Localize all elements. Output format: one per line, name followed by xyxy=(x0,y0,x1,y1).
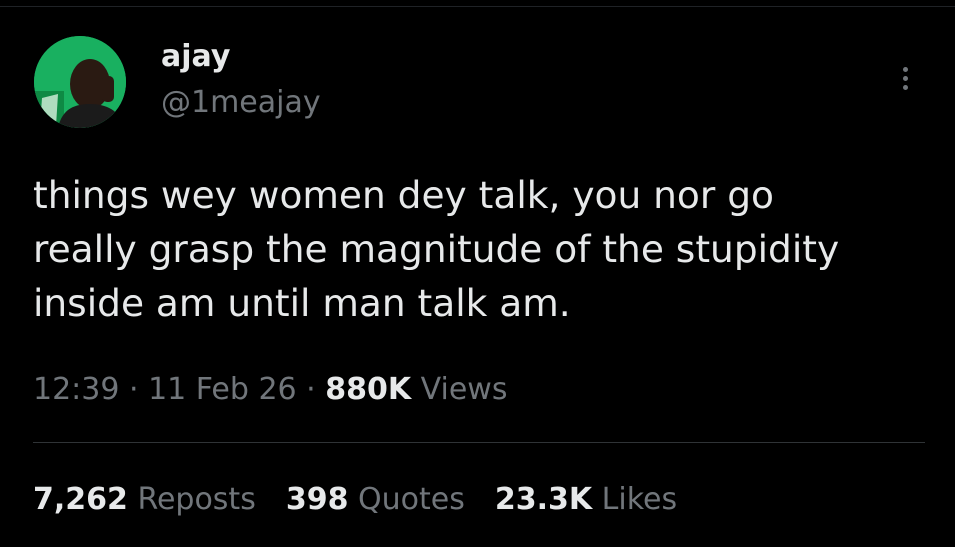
more-vertical-icon-dot xyxy=(902,84,908,90)
views-label[interactable]: Views xyxy=(421,372,508,407)
reposts-stat[interactable]: 7,262 Reposts xyxy=(33,480,256,520)
divider xyxy=(33,442,925,443)
quotes-count: 398 xyxy=(285,482,349,517)
user-handle[interactable]: @1meajay xyxy=(161,88,321,118)
tweet-date[interactable]: 11 Feb 26 xyxy=(148,372,297,407)
tweet-time[interactable]: 12:39 xyxy=(33,372,119,407)
more-vertical-icon xyxy=(902,66,908,72)
tweet-text: things wey women dey talk, you nor go re… xyxy=(33,168,923,330)
meta-separator: · xyxy=(296,372,326,407)
avatar[interactable] xyxy=(34,36,126,128)
tweet-meta: 12:39 · 11 Feb 26 · 880K Views xyxy=(33,370,507,410)
tweet-text-line: things wey women dey talk, you nor go xyxy=(33,173,774,217)
views-count[interactable]: 880K xyxy=(325,372,411,407)
quotes-stat[interactable]: 398 Quotes xyxy=(286,480,465,520)
likes-count: 23.3K xyxy=(494,482,593,517)
engagement-stats: 7,262 Reposts 398 Quotes 23.3K Likes xyxy=(33,480,677,520)
tweet-text-line: really grasp the magnitude of the stupid… xyxy=(33,227,840,271)
more-options-button[interactable] xyxy=(890,58,920,98)
top-border xyxy=(0,0,955,7)
meta-separator: · xyxy=(119,372,149,407)
likes-label: Likes xyxy=(601,482,678,517)
reposts-label: Reposts xyxy=(137,482,256,517)
likes-stat[interactable]: 23.3K Likes xyxy=(495,480,677,520)
tweet-text-line: inside am until man talk am. xyxy=(33,281,571,325)
avatar-photo xyxy=(34,36,126,128)
reposts-count: 7,262 xyxy=(33,482,128,517)
quotes-label: Quotes xyxy=(358,482,465,517)
more-vertical-icon-dot xyxy=(902,75,908,81)
display-name[interactable]: ajay xyxy=(161,42,230,72)
